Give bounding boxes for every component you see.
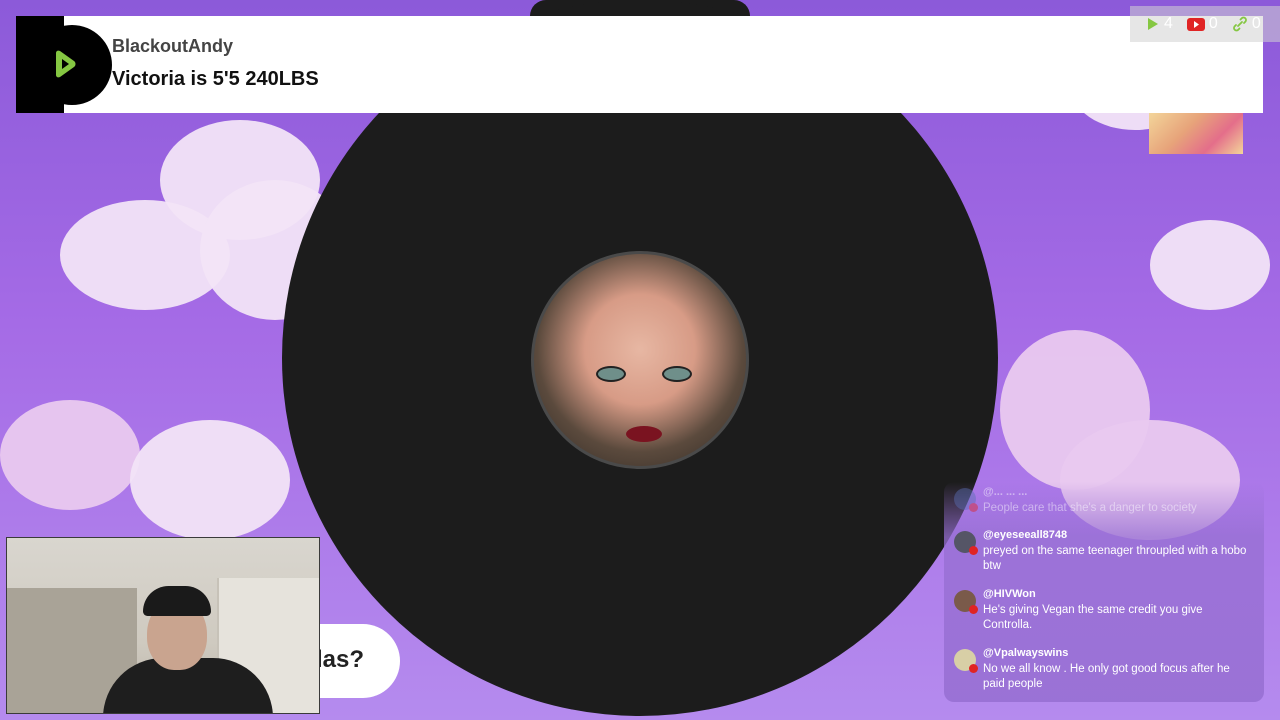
link-icon [1232, 16, 1247, 32]
link-count: 0 [1251, 15, 1261, 32]
chat-text: He's giving Vegan the same credit you gi… [983, 604, 1203, 631]
user-avatar [954, 649, 978, 673]
rumble-icon [1148, 18, 1158, 30]
chat-username: @eyeseeall8748 [983, 529, 1068, 541]
rumble-count: 4 [1164, 15, 1173, 32]
youtube-counter: 0 [1186, 15, 1218, 33]
rumble-counter: 4 [1146, 15, 1173, 33]
youtube-badge-icon [969, 664, 978, 673]
guest-avatar [531, 251, 749, 469]
cloud [1150, 220, 1270, 310]
chat-username: @... ... ... [983, 486, 1028, 498]
chat-text: People care that she's a danger to socie… [983, 502, 1197, 514]
youtube-badge-icon [969, 546, 978, 555]
banner-username: BlackoutAndy [112, 36, 234, 56]
viewer-counters: 4 0 0 [1130, 6, 1280, 42]
host-webcam [6, 537, 320, 714]
youtube-badge-icon [969, 605, 978, 614]
user-avatar [954, 488, 978, 512]
rumble-logo-icon [16, 16, 112, 113]
chat-username: @HIVWon [983, 588, 1036, 600]
youtube-count: 0 [1208, 15, 1218, 32]
chat-highlight-banner: BlackoutAndy Victoria is 5'5 240LBS [16, 16, 1263, 113]
speech-bubble-text: las? [316, 646, 365, 673]
chat-text: No we all know . He only got good focus … [983, 663, 1230, 690]
user-avatar [954, 531, 978, 555]
artwork-thumbnail [1149, 113, 1243, 154]
chat-username: @Vpalwayswins [983, 647, 1069, 659]
youtube-badge-icon [969, 503, 978, 512]
cloud [130, 420, 290, 540]
banner-message: Victoria is 5'5 240LBS [112, 68, 319, 90]
user-avatar [954, 590, 978, 614]
chat-text: preyed on the same teenager throupled wi… [983, 545, 1247, 572]
chat-feed: @... ... ... People care that she's a da… [944, 482, 1264, 702]
link-counter: 0 [1232, 15, 1261, 33]
youtube-icon [1186, 17, 1205, 31]
cloud [0, 400, 140, 510]
